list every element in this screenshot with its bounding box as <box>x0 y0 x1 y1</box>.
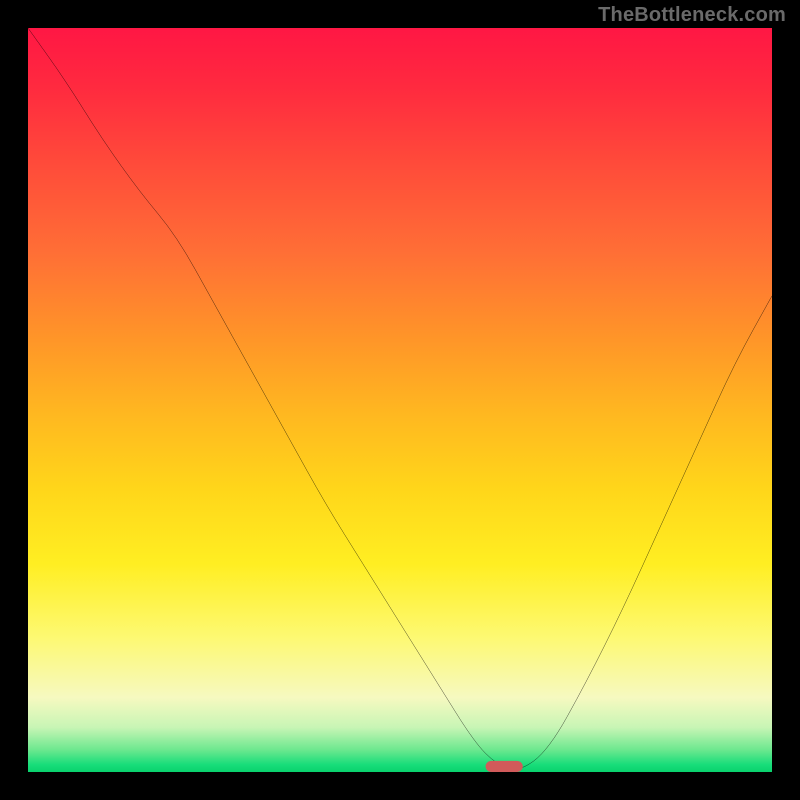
attribution-text: TheBottleneck.com <box>598 4 786 27</box>
chart-frame: TheBottleneck.com <box>0 0 800 800</box>
plot-area <box>28 28 772 772</box>
background-gradient <box>28 28 772 772</box>
